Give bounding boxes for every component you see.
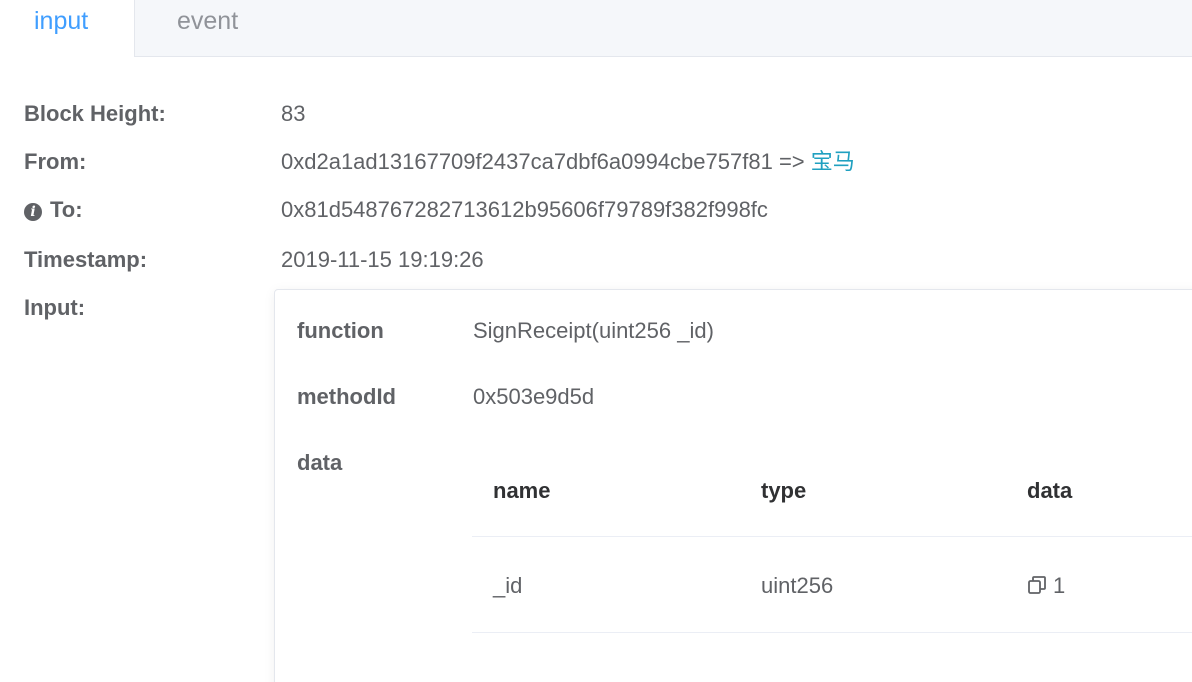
- table-cell-name: _id: [493, 573, 523, 598]
- function-value: SignReceipt(uint256 _id): [473, 318, 714, 343]
- function-label: function: [297, 318, 384, 343]
- data-label: data: [297, 450, 343, 475]
- tab-bar: input event: [0, 0, 1192, 57]
- timestamp-value: 2019-11-15 19:19:26: [281, 247, 484, 272]
- table-cell-type: uint256: [761, 573, 834, 598]
- table-header-name: name: [493, 478, 551, 503]
- block-height-label: Block Height:: [24, 101, 166, 126]
- input-decode-card: function SignReceipt(uint256 _id) method…: [274, 289, 1192, 682]
- block-height-value: 83: [281, 101, 306, 126]
- info-circle-icon[interactable]: i: [24, 203, 42, 221]
- from-address[interactable]: 0xd2a1ad13167709f2437ca7dbf6a0994cbe757f…: [281, 149, 773, 174]
- table-row-divider: [472, 632, 1192, 633]
- transaction-detail-page: input event Block Height: 83 From: 0xd2a…: [0, 0, 1192, 682]
- from-arrow: =>: [778, 149, 805, 174]
- method-id-label: methodId: [297, 384, 396, 409]
- from-name-link[interactable]: 宝马: [811, 149, 855, 174]
- tab-event[interactable]: event: [135, 0, 295, 57]
- to-label: To:: [50, 197, 83, 222]
- tab-event-label: event: [177, 7, 239, 35]
- timestamp-label: Timestamp:: [24, 247, 148, 272]
- table-header-data: data: [1027, 478, 1073, 503]
- table-cell-data-value: 1: [1053, 573, 1066, 598]
- table-header-divider: [472, 536, 1192, 537]
- tab-input-label: input: [34, 7, 89, 35]
- from-value: 0xd2a1ad13167709f2437ca7dbf6a0994cbe757f…: [281, 147, 855, 177]
- input-label: Input:: [24, 295, 86, 320]
- to-label-group: i To:: [24, 195, 83, 225]
- from-label: From:: [24, 149, 87, 174]
- copy-icon[interactable]: [1027, 575, 1047, 595]
- table-header-type: type: [761, 478, 807, 503]
- method-id-value: 0x503e9d5d: [473, 384, 595, 409]
- table-cell-data: 1: [1027, 571, 1065, 601]
- to-address[interactable]: 0x81d548767282713612b95606f79789f382f998…: [281, 195, 768, 225]
- tab-input[interactable]: input: [0, 0, 135, 57]
